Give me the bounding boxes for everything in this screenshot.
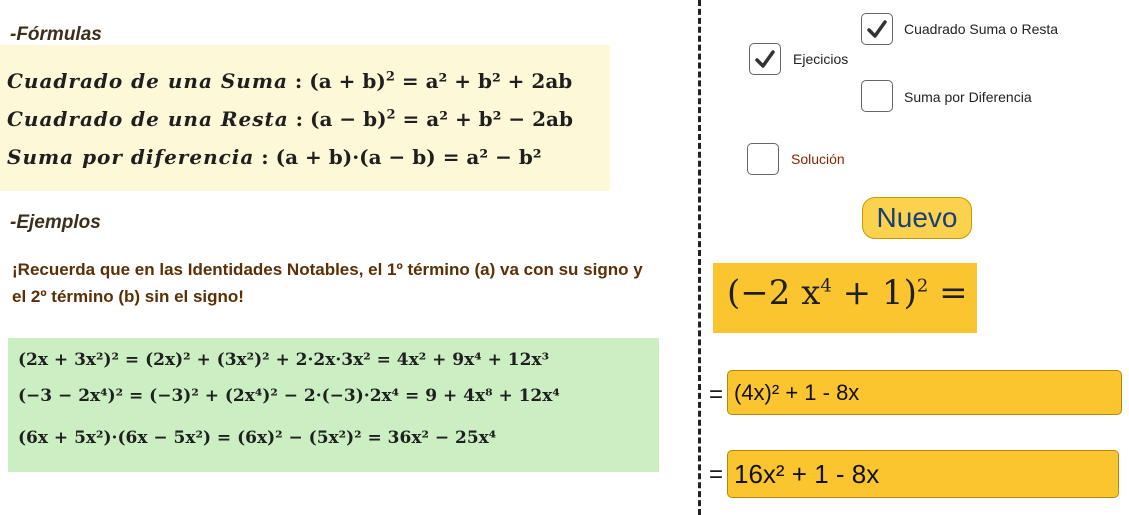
solucion-checkbox[interactable] — [747, 143, 779, 175]
exercise-expression: (−2 x4 + 1)2 = — [727, 273, 968, 313]
ejercicios-checkbox[interactable] — [749, 43, 781, 75]
new-exercise-button[interactable]: Nuevo — [862, 197, 972, 239]
examples-heading: -Ejemplos — [10, 212, 101, 233]
example-3: (6x + 5x²)·(6x − 5x²) = (6x)² − (5x²)² =… — [18, 428, 497, 448]
check-icon — [755, 50, 775, 68]
formula-name: Cuadrado de una Suma — [7, 69, 288, 93]
formula-difference-squared: Cuadrado de una Resta : (a − b)2 = a² + … — [7, 107, 573, 131]
examples-box: (2x + 3x²)² = (2x)² + (3x²)² + 2·2x·3x² … — [8, 338, 659, 472]
answer-input-1[interactable] — [727, 370, 1122, 415]
example-1: (2x + 3x²)² = (2x)² + (3x²)² + 2·2x·3x² … — [18, 350, 550, 370]
answer-input-2[interactable] — [727, 450, 1119, 498]
exercise-box: (−2 x4 + 1)2 = — [713, 263, 977, 333]
suma-diferencia-label: Suma por Diferencia — [904, 89, 1032, 105]
check-icon — [867, 20, 887, 38]
ejercicios-label: Ejecicios — [793, 51, 849, 67]
cuadrado-label: Cuadrado Suma o Resta — [904, 21, 1059, 37]
formula-name: Cuadrado de una Resta — [7, 107, 289, 131]
equals-sign-2: = — [709, 461, 724, 488]
solucion-label: Solución — [791, 151, 845, 167]
reminder-line-2: el 2º término (b) sin el signo! — [12, 287, 244, 306]
panel-divider — [698, 0, 701, 515]
formula-sum-by-difference: Suma por diferencia : (a + b)·(a − b) = … — [7, 145, 542, 169]
formulas-heading: -Fórmulas — [10, 24, 102, 45]
equals-sign-1: = — [709, 381, 724, 408]
cuadrado-checkbox[interactable] — [861, 13, 893, 45]
formulas-box: Cuadrado de una Suma : (a + b)2 = a² + b… — [0, 45, 610, 191]
formula-sum-squared: Cuadrado de una Suma : (a + b)2 = a² + b… — [7, 69, 573, 93]
suma-diferencia-checkbox[interactable] — [861, 80, 893, 112]
example-2: (−3 − 2x⁴)² = (−3)² + (2x⁴)² − 2·(−3)·2x… — [18, 386, 560, 406]
formula-name: Suma por diferencia — [7, 145, 255, 169]
reminder-line-1: ¡Recuerda que en las Identidades Notable… — [12, 260, 643, 279]
